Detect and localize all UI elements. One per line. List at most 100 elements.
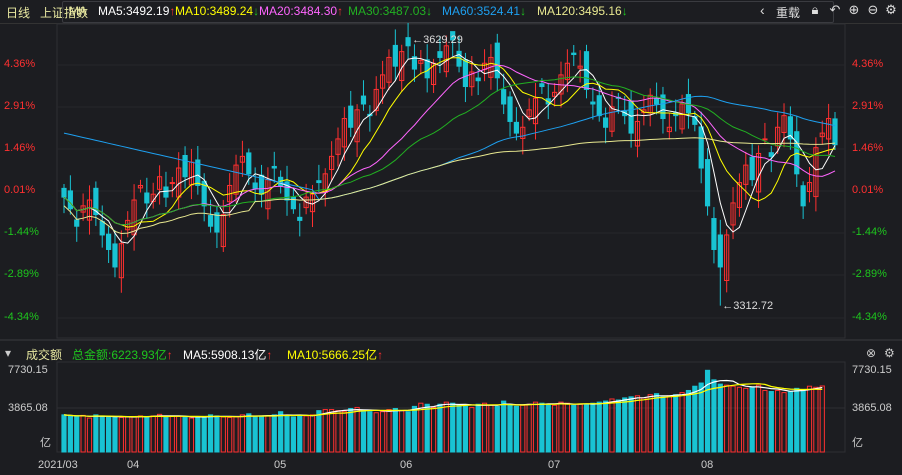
volume-bar [303,415,309,453]
volume-bar [481,402,488,453]
volume-bar [469,406,475,453]
candle-body [144,192,150,204]
volume-bar [118,417,124,453]
low-annotation: ←3312.72 [722,300,774,312]
volume-bar [513,405,520,453]
volume-bar [61,414,67,453]
price-axis-label: -4.34% [4,311,39,323]
volume-bar [806,385,813,453]
volume-settings-gear-icon[interactable]: ⚙ [884,346,895,360]
volume-bar [583,403,590,453]
volume-bar [411,405,418,453]
candle-body [513,121,520,134]
volume-bar [724,384,730,453]
volume-bar [590,402,596,453]
candle-body [603,117,609,128]
volume-bar [730,385,736,453]
volume-bar [195,416,201,453]
candle-body [74,219,80,227]
volume-bar [813,386,819,453]
candle-body [711,218,717,250]
volume-bar [743,387,749,453]
volume-bar [341,411,347,453]
price-axis-label: -1.44% [4,226,39,238]
volume-bar [462,405,469,453]
volume-axis-top-left: 7730.15 [8,364,48,376]
volume-bar [526,403,532,453]
candle-body [182,155,188,178]
volume-title: 成交额 [26,348,63,362]
collapse-icon[interactable]: ▾ [5,346,11,360]
candle-body [475,77,481,82]
volume-bar [335,410,341,453]
candle-body [539,83,545,88]
price-axis-label: 1.46% [4,142,36,154]
volume-bar [201,415,207,453]
volume-bar [545,403,551,453]
volume-bar [418,402,424,453]
candle-body [61,187,67,198]
candle-body [507,96,513,122]
price-axis-label: -1.44% [852,226,887,238]
price-axis-label: -4.34% [852,311,887,323]
volume-bar [386,409,392,453]
price-axis-label: -2.89% [4,268,39,280]
high-annotation: ←3629.29 [412,34,463,46]
date-label: 07 [548,459,561,471]
volume-bar [220,416,226,453]
candle-body [67,190,73,210]
volume-bar [819,385,825,453]
close-panel-icon[interactable]: ⊗ [866,346,876,360]
date-label: 04 [127,459,140,471]
volume-bar [271,414,277,453]
volume-bar [494,405,500,453]
volume-bar [284,415,290,453]
candle-body [207,215,214,227]
volume-bar [717,383,723,453]
volume-bar [501,400,507,453]
candle-body [246,152,252,175]
volume-bar [673,394,679,453]
volume-bar [233,416,239,453]
volume-bar [322,409,328,453]
candle-body [762,138,768,141]
price-axis-label: 0.01% [4,184,36,196]
volume-bar [628,396,634,453]
candle-body [360,95,367,105]
price-axis-label: 0.01% [852,184,884,196]
volume-bar [692,385,698,453]
volume-bar [278,411,284,453]
volume-bar [609,398,615,453]
candle-body [424,59,430,79]
volume-bar [131,415,137,453]
volume-bar [437,403,443,453]
volume-bar [641,397,647,453]
volume-bar [258,415,265,453]
volume-bar [755,384,762,453]
candle-body [692,116,698,125]
date-label: 2021/03 [38,459,78,471]
volume-bar [647,394,653,453]
volume-ma5: MA5:5908.13亿↑ [183,348,273,362]
volume-bar [176,415,182,453]
volume-axis-mid-left: 3865.08 [8,402,48,414]
volume-bar [762,389,768,453]
candlestick-chart[interactable] [0,0,902,475]
candle-body [405,37,411,47]
volume-ma10: MA10:5666.25亿↑ [287,348,384,362]
volume-bar [373,412,379,453]
volume-axis-mid-right: 3865.08 [852,402,892,414]
volume-bar [93,414,99,453]
price-axis-label: 4.36% [852,58,884,70]
volume-axis-top-right: 7730.15 [852,364,892,376]
volume-bar [182,416,188,453]
volume-bar [475,403,481,453]
candle-body [501,89,507,105]
candle-body [297,216,303,221]
price-axis-label: 1.46% [852,142,884,154]
volume-bar [144,415,150,453]
volume-bar [405,411,411,453]
volume-bar [768,391,774,453]
price-axis-label: 2.91% [852,100,884,112]
volume-bar [112,416,118,453]
